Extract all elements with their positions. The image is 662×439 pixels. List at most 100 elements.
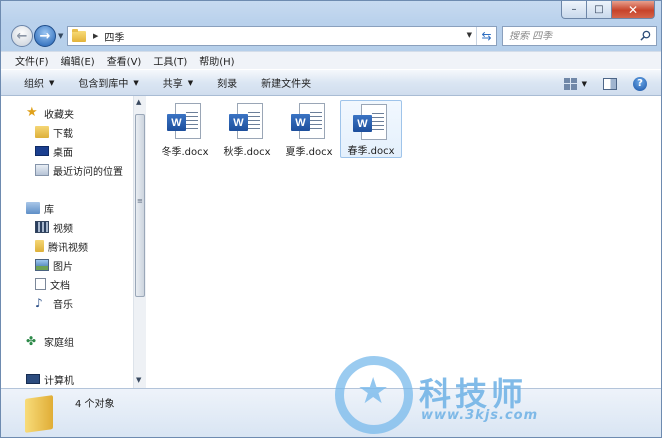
video-icon bbox=[35, 221, 49, 233]
scrollbar-grip-icon: ≡ bbox=[137, 197, 143, 205]
nav-item-documents[interactable]: 文档 bbox=[35, 275, 70, 293]
folder-icon bbox=[25, 395, 53, 433]
scrollbar-thumb[interactable] bbox=[135, 114, 145, 297]
nav-item-label: 下载 bbox=[53, 128, 73, 140]
recent-places-icon bbox=[35, 164, 49, 176]
nav-item-label: 音乐 bbox=[53, 299, 73, 311]
refresh-icon: ⇆ bbox=[481, 29, 492, 43]
homegroup-icon: ✤ bbox=[26, 334, 37, 348]
arrow-left-icon: ← bbox=[16, 28, 28, 44]
include-in-library-label: 包含到库中 bbox=[78, 79, 129, 90]
details-pane: 4 个对象 bbox=[1, 388, 661, 437]
file-name: 冬季.docx bbox=[161, 147, 209, 158]
nav-item-pictures[interactable]: 图片 bbox=[35, 256, 73, 274]
navigation-scrollbar[interactable]: ▲ ≡ ▼ bbox=[133, 96, 146, 388]
breadcrumb-current-folder[interactable]: 四季 bbox=[104, 29, 124, 44]
change-view-icon[interactable] bbox=[563, 77, 578, 90]
nav-item-label: 库 bbox=[44, 204, 54, 216]
document-icon bbox=[35, 278, 46, 290]
nav-item-recent-places[interactable]: 最近访问的位置 bbox=[35, 161, 123, 179]
close-button[interactable]: ✕ bbox=[612, 1, 655, 19]
minimize-button[interactable]: – bbox=[561, 1, 587, 19]
new-folder-button[interactable]: 新建文件夹 bbox=[261, 75, 311, 90]
folder-icon bbox=[72, 28, 86, 42]
file-item[interactable]: W 冬季.docx bbox=[154, 100, 216, 158]
include-in-library-button[interactable]: 包含到库中 ▼ bbox=[78, 75, 139, 91]
nav-item-label: 桌面 bbox=[53, 147, 73, 159]
address-history-dropdown[interactable]: ▼ bbox=[467, 31, 472, 39]
title-bar[interactable]: – □ ✕ bbox=[1, 1, 661, 21]
main-content: ★ 收藏夹 下载 桌面 最近访问的位置 库 视频 腾讯视频 图片 文档 ♪ 音乐… bbox=[1, 96, 661, 388]
file-name: 秋季.docx bbox=[223, 147, 271, 158]
nav-item-tencent-video[interactable]: 腾讯视频 bbox=[35, 237, 88, 255]
folder-icon bbox=[35, 240, 44, 252]
nav-item-downloads[interactable]: 下载 bbox=[35, 123, 73, 141]
nav-item-libraries[interactable]: 库 bbox=[26, 199, 54, 217]
view-options-dropdown[interactable]: ▼ bbox=[582, 80, 587, 88]
computer-icon bbox=[26, 374, 40, 384]
share-button[interactable]: 共享 ▼ bbox=[162, 75, 194, 91]
share-label: 共享 bbox=[162, 79, 183, 90]
organize-button[interactable]: 组织 ▼ bbox=[24, 75, 55, 91]
breadcrumb-separator-icon[interactable]: ▶ bbox=[93, 32, 98, 40]
search-icon[interactable] bbox=[640, 30, 651, 41]
file-name: 夏季.docx bbox=[285, 147, 333, 158]
help-button[interactable]: ? bbox=[633, 76, 647, 91]
back-button[interactable]: ← bbox=[11, 25, 33, 47]
nav-item-computer[interactable]: 计算机 bbox=[26, 370, 74, 388]
explorer-window: – □ ✕ ← → ▼ ▶ 四季 ▼ ⇆ 文件(F) 编辑(E) 查看(V) 工… bbox=[0, 0, 662, 438]
navigation-row: ← → ▼ ▶ 四季 ▼ ⇆ bbox=[1, 23, 661, 49]
address-bar[interactable]: ▶ 四季 ▼ ⇆ bbox=[67, 26, 497, 46]
music-note-icon: ♪ bbox=[35, 296, 43, 310]
nav-item-videos[interactable]: 视频 bbox=[35, 218, 73, 236]
word-document-icon: W bbox=[229, 103, 265, 139]
menu-edit[interactable]: 编辑(E) bbox=[61, 53, 95, 68]
search-box[interactable] bbox=[502, 26, 657, 46]
menu-help[interactable]: 帮助(H) bbox=[199, 53, 234, 68]
nav-item-label: 腾讯视频 bbox=[48, 242, 88, 254]
menu-bar: 文件(F) 编辑(E) 查看(V) 工具(T) 帮助(H) bbox=[1, 51, 661, 69]
toolbar-right-group: ▼ ? bbox=[563, 70, 661, 97]
chevron-down-icon: ▼ bbox=[49, 78, 55, 87]
navigation-pane: ★ 收藏夹 下载 桌面 最近访问的位置 库 视频 腾讯视频 图片 文档 ♪ 音乐… bbox=[9, 96, 146, 388]
recent-pages-dropdown[interactable]: ▼ bbox=[58, 32, 63, 40]
downloads-folder-icon bbox=[35, 126, 49, 138]
menu-view[interactable]: 查看(V) bbox=[107, 53, 142, 68]
organize-label: 组织 bbox=[24, 79, 44, 90]
nav-item-label: 家庭组 bbox=[44, 337, 74, 349]
nav-item-label: 最近访问的位置 bbox=[53, 166, 123, 178]
file-item-selected[interactable]: W 春季.docx bbox=[340, 100, 402, 158]
new-folder-label: 新建文件夹 bbox=[261, 79, 312, 90]
nav-item-favorites[interactable]: ★ 收藏夹 bbox=[26, 104, 74, 122]
scroll-down-icon[interactable]: ▼ bbox=[136, 376, 141, 384]
nav-item-label: 图片 bbox=[53, 261, 73, 273]
file-item[interactable]: W 夏季.docx bbox=[278, 100, 340, 158]
refresh-button[interactable]: ⇆ bbox=[476, 27, 496, 45]
chevron-down-icon: ▼ bbox=[133, 78, 139, 87]
file-item[interactable]: W 秋季.docx bbox=[216, 100, 278, 158]
nav-item-homegroup[interactable]: ✤ 家庭组 bbox=[26, 332, 74, 350]
burn-label: 刻录 bbox=[217, 79, 238, 90]
word-document-icon: W bbox=[353, 104, 389, 140]
picture-icon bbox=[35, 259, 49, 271]
chevron-down-icon: ▼ bbox=[187, 78, 194, 87]
nav-item-desktop[interactable]: 桌面 bbox=[35, 142, 73, 160]
window-controls: – □ ✕ bbox=[561, 1, 655, 19]
library-icon bbox=[26, 202, 40, 214]
file-name: 春季.docx bbox=[347, 146, 395, 157]
chevron-down-icon: ▼ bbox=[58, 32, 64, 40]
scroll-up-icon[interactable]: ▲ bbox=[136, 98, 141, 106]
maximize-button[interactable]: □ bbox=[587, 1, 612, 19]
forward-button[interactable]: → bbox=[34, 25, 56, 47]
search-input[interactable] bbox=[509, 30, 639, 42]
menu-tools[interactable]: 工具(T) bbox=[153, 53, 187, 68]
nav-item-label: 计算机 bbox=[44, 375, 74, 387]
preview-pane-icon[interactable] bbox=[603, 77, 617, 90]
command-bar: 组织 ▼ 包含到库中 ▼ 共享 ▼ 刻录 新建文件夹 ▼ ? bbox=[1, 69, 661, 96]
item-count: 4 个对象 bbox=[75, 399, 115, 410]
menu-file[interactable]: 文件(F) bbox=[15, 53, 49, 68]
word-document-icon: W bbox=[291, 103, 327, 139]
star-icon: ★ bbox=[26, 105, 38, 120]
burn-button[interactable]: 刻录 bbox=[217, 75, 237, 90]
nav-item-music[interactable]: ♪ 音乐 bbox=[35, 294, 73, 312]
